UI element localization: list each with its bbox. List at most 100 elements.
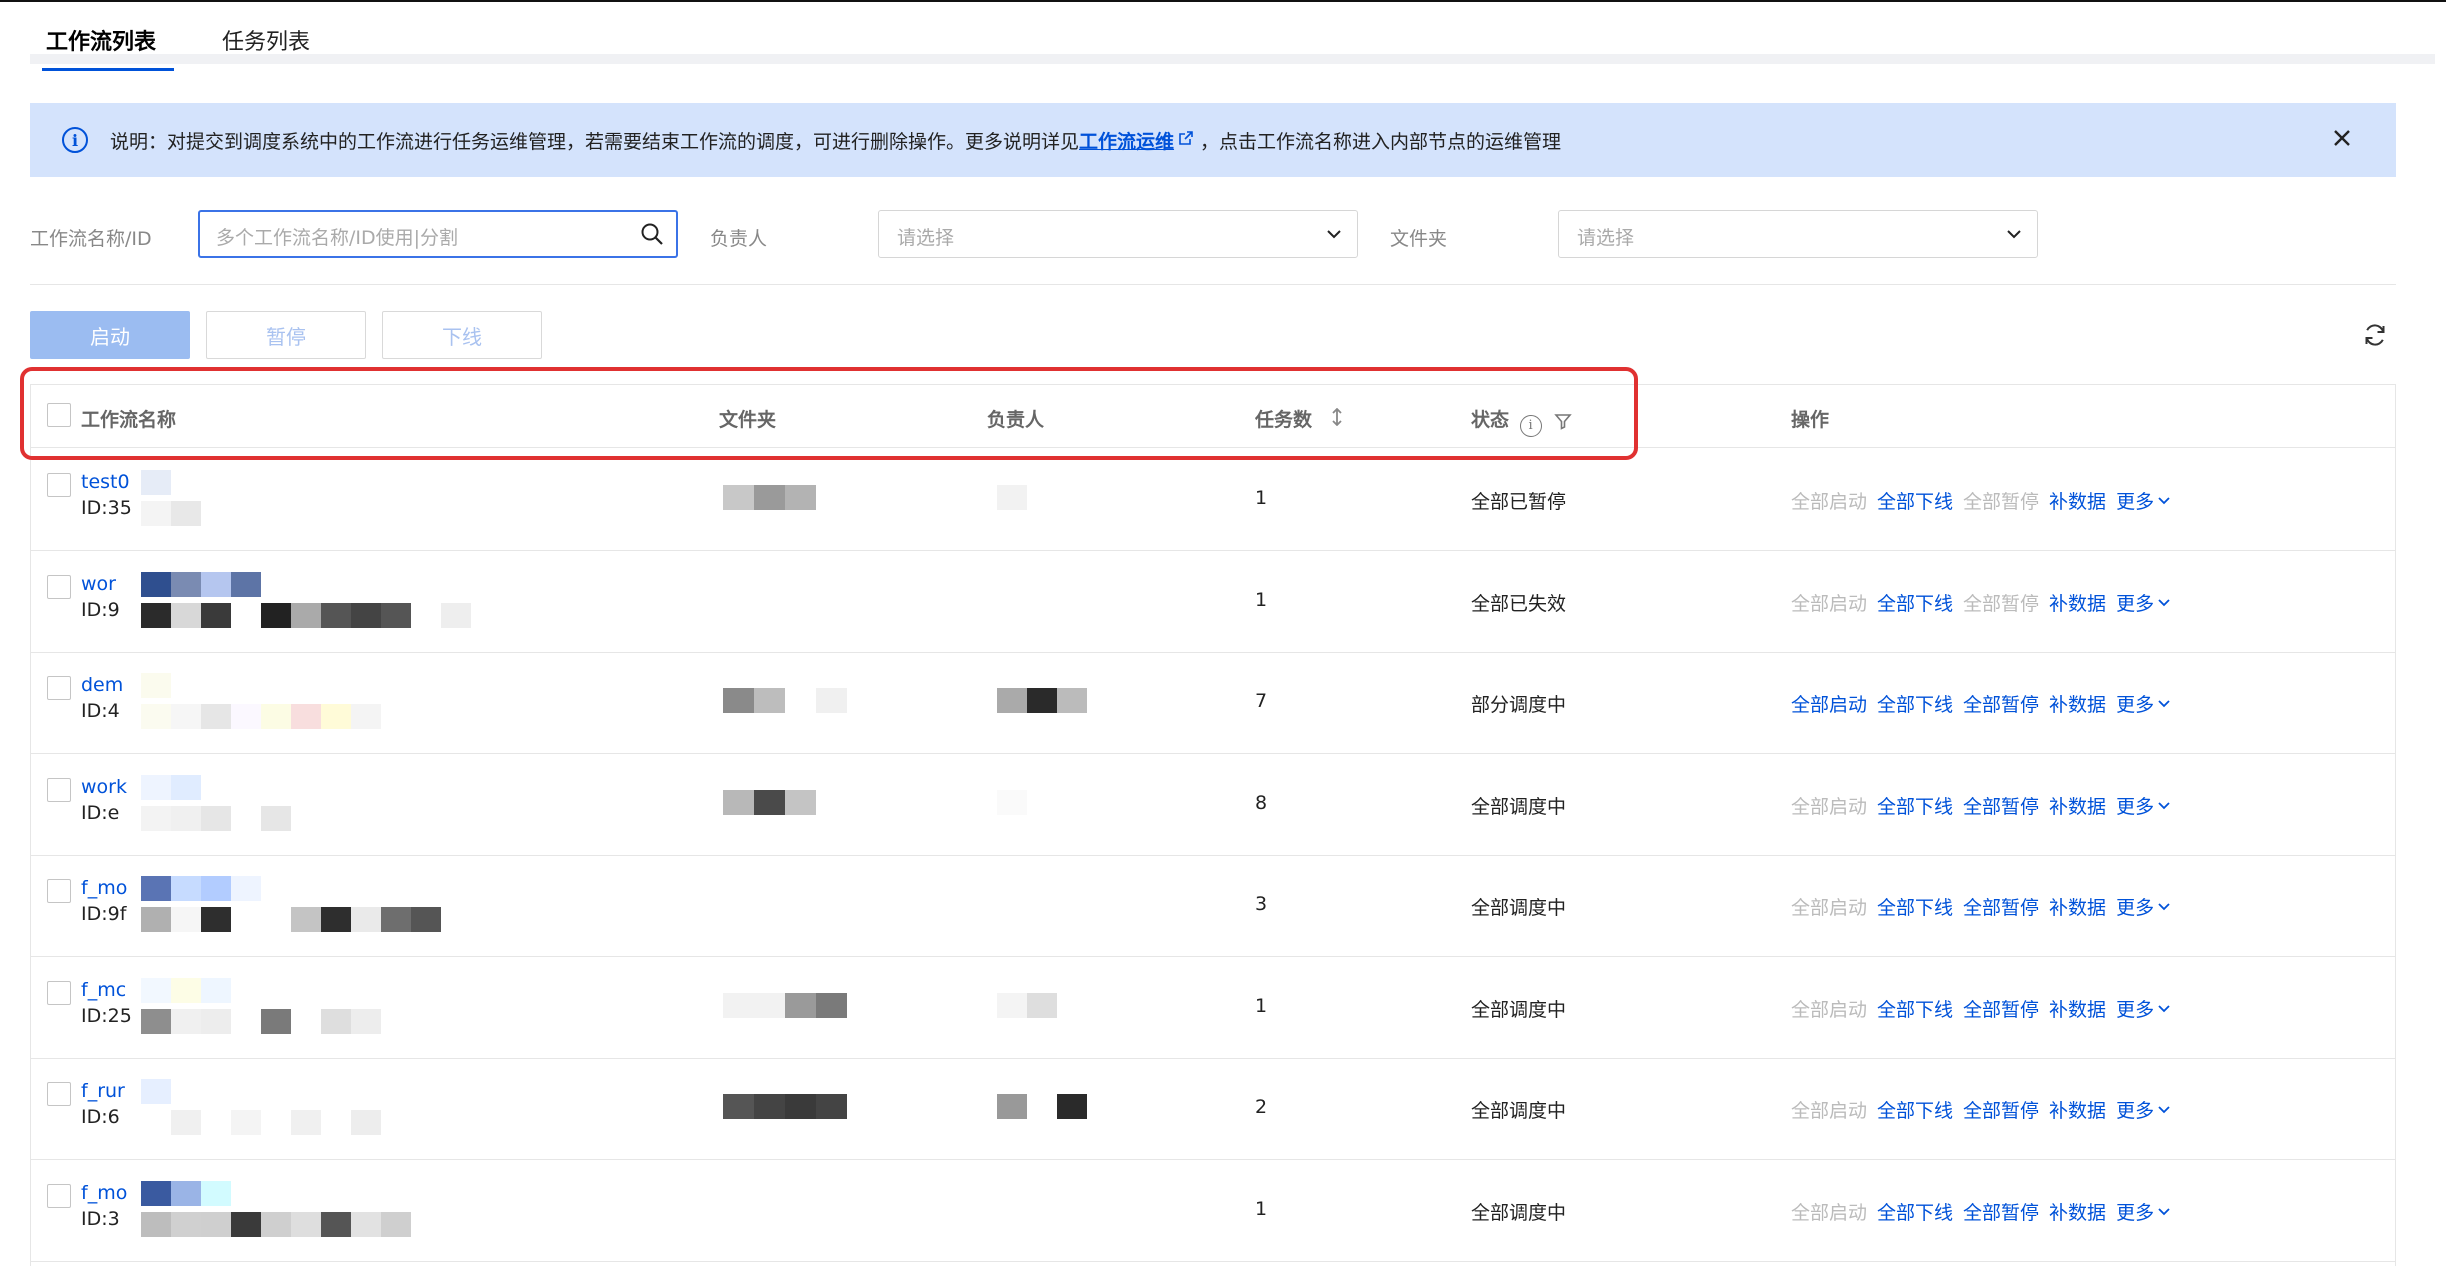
backfill-link[interactable]: 补数据 — [2049, 792, 2106, 819]
offline-all-link[interactable]: 全部下线 — [1877, 1198, 1953, 1225]
offline-all-link[interactable]: 全部下线 — [1877, 589, 1953, 616]
table-row: f_mo ID:9f 3 全部调度中 全部启动 全部下线 全部暂停 补数据 更多 — [31, 855, 2395, 957]
more-dropdown[interactable]: 更多 — [2116, 1198, 2170, 1225]
refresh-icon[interactable] — [2362, 322, 2388, 348]
workflow-id: ID:e — [81, 801, 120, 824]
more-dropdown[interactable]: 更多 — [2116, 487, 2170, 514]
start-button[interactable]: 启动 — [30, 311, 190, 359]
backfill-link[interactable]: 补数据 — [2049, 589, 2106, 616]
redacted-pixel — [231, 704, 261, 729]
row-actions: 全部启动 全部下线 全部暂停 补数据 更多 — [1791, 792, 2180, 819]
workflow-name-link[interactable]: wor — [81, 573, 116, 595]
pause-all-link[interactable]: 全部暂停 — [1963, 995, 2039, 1022]
redacted-pixel — [291, 704, 321, 729]
task-count: 1 — [1255, 588, 1268, 611]
pause-all-link[interactable]: 全部暂停 — [1963, 1096, 2039, 1123]
tab-task-list[interactable]: 任务列表 — [222, 24, 310, 56]
redacted-pixel — [321, 907, 351, 932]
more-dropdown[interactable]: 更多 — [2116, 995, 2170, 1022]
start-all-link[interactable]: 全部启动 — [1791, 1096, 1867, 1123]
workflow-name-link[interactable]: f_mc — [81, 979, 126, 1001]
pause-all-link[interactable]: 全部暂停 — [1963, 487, 2039, 514]
workflow-name-link[interactable]: dem — [81, 674, 123, 696]
task-count: 8 — [1255, 791, 1268, 814]
backfill-link[interactable]: 补数据 — [2049, 690, 2106, 717]
offline-all-link[interactable]: 全部下线 — [1877, 1096, 1953, 1123]
start-all-link[interactable]: 全部启动 — [1791, 589, 1867, 616]
offline-all-link[interactable]: 全部下线 — [1877, 893, 1953, 920]
row-checkbox[interactable] — [47, 1183, 71, 1208]
workflow-name-link[interactable]: f_rur — [81, 1080, 125, 1102]
redacted-pixel — [171, 907, 201, 932]
more-dropdown[interactable]: 更多 — [2116, 893, 2170, 920]
redacted-pixel — [201, 876, 231, 901]
redacted-pixel — [381, 602, 411, 628]
folder-select[interactable]: 请选择 — [1558, 210, 2038, 258]
redacted-pixel — [171, 1008, 201, 1034]
start-all-link[interactable]: 全部启动 — [1791, 893, 1867, 920]
redacted-pixel — [723, 789, 754, 815]
redacted-pixel — [816, 1094, 847, 1119]
row-checkbox[interactable] — [47, 879, 71, 903]
redacted-pixel — [141, 805, 171, 831]
offline-button[interactable]: 下线 — [382, 311, 542, 359]
workflow-name-link[interactable]: f_mo — [81, 877, 127, 899]
offline-all-link[interactable]: 全部下线 — [1877, 487, 1953, 514]
more-dropdown[interactable]: 更多 — [2116, 690, 2170, 717]
row-checkbox[interactable] — [47, 676, 71, 700]
tab-workflow-list[interactable]: 工作流列表 — [41, 24, 175, 71]
offline-all-link[interactable]: 全部下线 — [1877, 995, 1953, 1022]
start-all-link[interactable]: 全部启动 — [1791, 487, 1867, 514]
pause-all-link[interactable]: 全部暂停 — [1963, 893, 2039, 920]
redacted-pixel — [171, 704, 201, 729]
owner-select[interactable]: 请选择 — [878, 210, 1358, 258]
backfill-link[interactable]: 补数据 — [2049, 995, 2106, 1022]
workflow-search-input[interactable]: 多个工作流名称/ID使用|分割 — [198, 210, 678, 258]
table-row: f_mc ID:25 1 全部调度中 全部启动 全部下线 全部暂停 补数据 更多 — [31, 957, 2395, 1059]
redacted-pixel — [231, 876, 261, 901]
row-checkbox[interactable] — [47, 980, 71, 1005]
redacted-pixel — [231, 1211, 261, 1237]
pause-all-link[interactable]: 全部暂停 — [1963, 1198, 2039, 1225]
pause-button[interactable]: 暂停 — [206, 311, 366, 359]
search-icon[interactable] — [640, 222, 664, 246]
pause-all-link[interactable]: 全部暂停 — [1963, 589, 2039, 616]
table-row: wor ID:9 1 全部已失效 全部启动 全部下线 全部暂停 补数据 更多 — [31, 551, 2395, 653]
offline-all-link[interactable]: 全部下线 — [1877, 690, 1953, 717]
table-row: f_mo ID:3 1 全部调度中 全部启动 全部下线 全部暂停 补数据 更多 — [31, 1160, 2395, 1262]
table-row: work ID:e 8 全部调度中 全部启动 全部下线 全部暂停 补数据 更多 — [31, 754, 2395, 856]
redacted-pixel — [321, 1211, 351, 1237]
pause-all-link[interactable]: 全部暂停 — [1963, 690, 2039, 717]
start-all-link[interactable]: 全部启动 — [1791, 690, 1867, 717]
row-checkbox[interactable] — [47, 574, 71, 599]
workflow-name-link[interactable]: work — [81, 776, 127, 798]
backfill-link[interactable]: 补数据 — [2049, 1096, 2106, 1123]
more-dropdown[interactable]: 更多 — [2116, 1096, 2170, 1123]
workflow-name-link[interactable]: f_mo — [81, 1182, 127, 1204]
start-all-link[interactable]: 全部启动 — [1791, 792, 1867, 819]
row-checkbox[interactable] — [47, 473, 71, 497]
table-row: test0 ID:35 1 全部已暂停 全部启动 全部下线 全部暂停 补数据 更多 — [31, 449, 2395, 551]
backfill-link[interactable]: 补数据 — [2049, 487, 2106, 514]
backfill-link[interactable]: 补数据 — [2049, 893, 2106, 920]
redacted-pixel — [351, 1211, 381, 1237]
redacted-pixel — [171, 876, 201, 901]
redacted-pixel — [997, 1094, 1027, 1119]
redacted-pixel — [997, 992, 1027, 1018]
close-icon[interactable] — [2332, 125, 2352, 155]
offline-all-link[interactable]: 全部下线 — [1877, 792, 1953, 819]
start-all-link[interactable]: 全部启动 — [1791, 995, 1867, 1022]
more-dropdown[interactable]: 更多 — [2116, 792, 2170, 819]
redacted-pixel — [171, 1110, 201, 1135]
workflow-id: ID:25 — [81, 1004, 132, 1027]
more-dropdown[interactable]: 更多 — [2116, 589, 2170, 616]
notice-link-workflow-ops[interactable]: 工作流运维 — [1079, 127, 1174, 154]
start-all-link[interactable]: 全部启动 — [1791, 1198, 1867, 1225]
row-checkbox[interactable] — [47, 777, 71, 802]
row-checkbox[interactable] — [47, 1082, 71, 1106]
chevron-down-icon — [2158, 801, 2170, 809]
more-label: 更多 — [2116, 795, 2155, 818]
workflow-name-link[interactable]: test0 — [81, 471, 130, 493]
backfill-link[interactable]: 补数据 — [2049, 1198, 2106, 1225]
pause-all-link[interactable]: 全部暂停 — [1963, 792, 2039, 819]
